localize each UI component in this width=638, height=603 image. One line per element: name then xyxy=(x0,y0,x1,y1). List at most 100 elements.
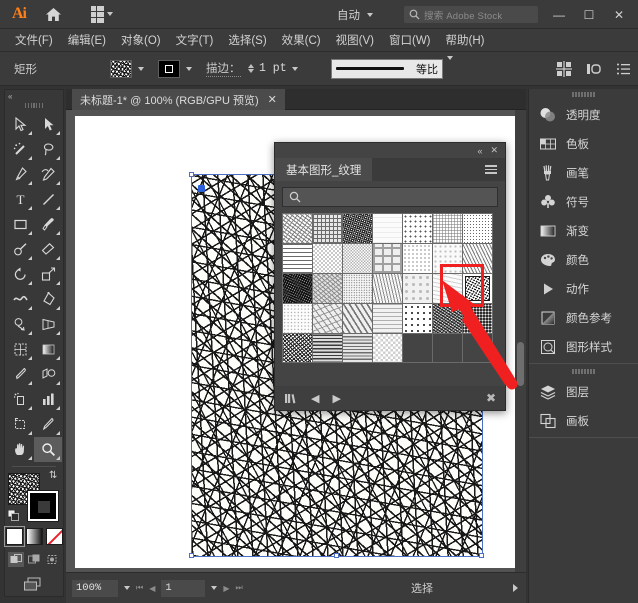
stroke-dropdown-button[interactable] xyxy=(181,60,196,78)
dock-item-brushes[interactable]: 画笔 xyxy=(529,158,638,187)
stroke-weight-stepper[interactable] xyxy=(248,64,254,73)
swatch-16[interactable] xyxy=(343,274,372,303)
zoom-tool[interactable] xyxy=(34,437,62,462)
arrange-icon[interactable] xyxy=(586,61,602,77)
swatch-27[interactable] xyxy=(463,304,492,333)
swatch-31[interactable] xyxy=(373,334,402,363)
swatch-30[interactable] xyxy=(343,334,372,363)
dock-grip-2[interactable] xyxy=(529,366,638,377)
column-graph-tool[interactable] xyxy=(34,387,62,412)
rotate-tool[interactable] xyxy=(6,262,34,287)
eraser-tool[interactable] xyxy=(34,237,62,262)
swap-fill-stroke-icon[interactable]: ⇅ xyxy=(49,471,61,483)
stroke-weight-value[interactable]: 1 pt xyxy=(259,62,287,75)
dock-item-swatches[interactable]: 色板 xyxy=(529,129,638,158)
menu-object[interactable]: 对象(O) xyxy=(114,29,168,51)
swatch-library-panel[interactable]: « ✕ 基本图形_纹理 ◀ ▶ ✖ xyxy=(274,142,506,411)
menu-edit[interactable]: 编辑(E) xyxy=(61,29,113,51)
stroke-weight-label[interactable]: 描边： xyxy=(206,60,241,77)
swatch-29[interactable] xyxy=(313,334,342,363)
swatch-28[interactable] xyxy=(283,334,312,363)
home-icon[interactable] xyxy=(40,3,66,25)
close-icon[interactable]: ✕ xyxy=(490,145,498,156)
selection-tool[interactable] xyxy=(6,112,34,137)
gradient-tool[interactable] xyxy=(34,337,62,362)
stroke-color-swatch[interactable] xyxy=(28,491,58,521)
dock-item-layers[interactable]: 图层 xyxy=(529,377,638,406)
dock-grip[interactable] xyxy=(529,89,638,100)
width-tool[interactable] xyxy=(6,287,34,312)
swatch-search-input[interactable] xyxy=(282,187,498,207)
direct-selection-tool[interactable] xyxy=(34,112,62,137)
panel-menu-icon[interactable] xyxy=(485,165,497,174)
slice-tool[interactable] xyxy=(34,412,62,437)
page-dropdown-chevron-down-icon[interactable] xyxy=(211,586,217,590)
selection-handle-br[interactable] xyxy=(479,553,484,558)
color-mode-solid[interactable] xyxy=(6,528,23,545)
dock-item-gradient[interactable]: 渐变 xyxy=(529,216,638,245)
swatch-17[interactable] xyxy=(373,274,402,303)
last-page-icon[interactable]: ⏭ xyxy=(236,583,243,593)
fill-dropdown-button[interactable] xyxy=(133,60,148,78)
color-mode-gradient[interactable] xyxy=(26,528,43,545)
swatch-2[interactable] xyxy=(343,214,372,243)
curvature-tool[interactable] xyxy=(34,162,62,187)
dock-item-transparency[interactable]: 透明度 xyxy=(529,100,638,129)
swatch-4[interactable] xyxy=(403,214,432,243)
swatch-grid[interactable] xyxy=(282,213,493,363)
previous-swatch-icon[interactable]: ◀ xyxy=(311,392,319,405)
close-icon[interactable]: ✕ xyxy=(268,93,277,106)
symbol-sprayer-tool[interactable] xyxy=(6,387,34,412)
line-segment-tool[interactable] xyxy=(34,187,62,212)
mesh-tool[interactable] xyxy=(6,337,34,362)
artboard-tool[interactable] xyxy=(6,412,34,437)
rectangle-tool[interactable] xyxy=(6,212,34,237)
lasso-tool[interactable] xyxy=(34,137,62,162)
swatch-34[interactable] xyxy=(463,334,492,363)
selection-handle-bc[interactable] xyxy=(334,553,339,558)
swatch-21[interactable] xyxy=(283,304,312,333)
menu-window[interactable]: 窗口(W) xyxy=(382,29,438,51)
dock-item-symbols[interactable]: 符号 xyxy=(529,187,638,216)
swatch-6[interactable] xyxy=(463,214,492,243)
swatch-library-icon[interactable] xyxy=(284,392,298,405)
menu-type[interactable]: 文字(T) xyxy=(169,29,221,51)
eyedropper-tool[interactable] xyxy=(6,362,34,387)
align-icon[interactable] xyxy=(556,61,572,77)
change-screen-mode-icon[interactable] xyxy=(21,576,47,594)
panel-tab-basic-textures[interactable]: 基本图形_纹理 xyxy=(275,158,372,181)
stock-search-input[interactable]: 搜索 Adobe Stock xyxy=(404,6,538,23)
shaper-tool[interactable] xyxy=(6,237,34,262)
swatch-20-selected[interactable] xyxy=(463,274,492,303)
pen-tool[interactable] xyxy=(6,162,34,187)
selection-handle-bl[interactable] xyxy=(189,553,194,558)
next-page-icon[interactable]: ▶ xyxy=(223,584,229,593)
status-text[interactable]: 选择 xyxy=(411,580,433,596)
draw-behind-mode[interactable] xyxy=(26,552,42,567)
first-page-icon[interactable]: ⏮ xyxy=(136,583,143,593)
swatch-26[interactable] xyxy=(433,304,462,333)
swatch-8[interactable] xyxy=(313,244,342,273)
swatch-19[interactable] xyxy=(433,274,462,303)
swatch-18[interactable] xyxy=(403,274,432,303)
swatch-3[interactable] xyxy=(373,214,402,243)
swatch-1[interactable] xyxy=(313,214,342,243)
chevron-down-icon[interactable] xyxy=(292,67,298,71)
scale-tool[interactable] xyxy=(34,262,62,287)
swatch-0[interactable] xyxy=(283,214,312,243)
shape-builder-tool[interactable] xyxy=(6,312,34,337)
vertical-scrollbar-thumb[interactable] xyxy=(517,342,524,386)
swatch-9[interactable] xyxy=(343,244,372,273)
prev-page-icon[interactable]: ◀ xyxy=(149,584,155,593)
menu-file[interactable]: 文件(F) xyxy=(8,29,60,51)
hand-tool[interactable] xyxy=(6,437,34,462)
workspace-switcher-button[interactable] xyxy=(88,4,116,25)
swatch-7[interactable] xyxy=(283,244,312,273)
swatch-12[interactable] xyxy=(433,244,462,273)
paintbrush-tool[interactable] xyxy=(34,212,62,237)
free-transform-tool[interactable] xyxy=(34,287,62,312)
auto-dropdown[interactable]: 自动 xyxy=(337,4,373,25)
close-button[interactable]: ✕ xyxy=(604,0,634,29)
document-tab[interactable]: 未标题-1* @ 100% (RGB/GPU 预览) ✕ xyxy=(72,89,285,110)
stroke-swatch-button[interactable] xyxy=(158,60,180,78)
